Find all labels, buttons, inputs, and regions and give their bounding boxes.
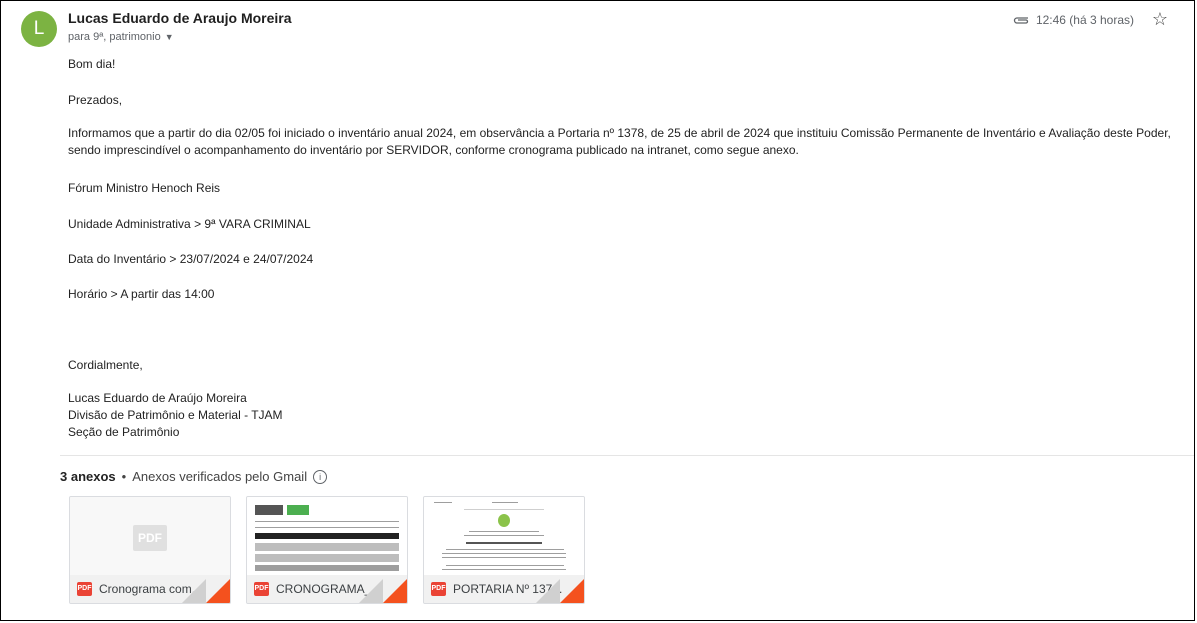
preview-table <box>255 565 399 571</box>
unit-line: Unidade Administrativa > 9ª VARA CRIMINA… <box>68 217 311 231</box>
attachment-preview: PDF <box>70 497 230 575</box>
corner-decoration <box>560 579 584 603</box>
preview-line <box>492 502 518 503</box>
closing: Cordialmente, <box>68 358 143 372</box>
recipients-toggle[interactable]: para 9ª, patrimonio ▼ <box>68 31 174 43</box>
message-time: 12:46 (há 3 horas) <box>1035 13 1134 27</box>
attachment-preview <box>247 497 407 575</box>
pdf-file-icon: PDF <box>431 582 446 596</box>
attachments-header: 3 anexos • Anexos verificados pelo Gmail… <box>60 469 328 484</box>
salutation: Prezados, <box>68 93 123 107</box>
pdf-file-icon: PDF <box>77 582 92 596</box>
chevron-down-icon: ▼ <box>164 32 174 42</box>
emblem-icon <box>498 514 510 527</box>
attachments-divider <box>60 455 1194 456</box>
preview-line <box>442 569 566 570</box>
attachment-card-2[interactable]: PDF CRONOGRAMA_... <box>246 496 408 604</box>
info-icon[interactable]: i <box>313 469 328 484</box>
preview-line <box>255 521 399 522</box>
preview-line <box>469 531 539 532</box>
corner-fold-decoration <box>536 579 560 603</box>
corner-fold-decoration <box>182 579 206 603</box>
preview-line <box>464 509 544 510</box>
paperclip-icon <box>1013 17 1029 24</box>
forum-line: Fórum Ministro Henoch Reis <box>68 181 221 195</box>
attachments-verified-label: Anexos verificados pelo Gmail <box>132 469 308 484</box>
preview-line <box>442 557 566 558</box>
date-line: Data do Inventário > 23/07/2024 e 24/07/… <box>68 252 314 266</box>
signature-section: Seção de Patrimônio <box>68 425 180 439</box>
recipients-text: para 9ª, patrimonio <box>68 31 161 43</box>
preview-line <box>255 527 399 528</box>
preview-block <box>287 505 309 515</box>
corner-fold-decoration <box>359 579 383 603</box>
preview-block <box>255 505 283 515</box>
greeting: Bom dia! <box>68 57 116 71</box>
preview-line <box>434 502 452 503</box>
main-paragraph: Informamos que a partir do dia 02/05 foi… <box>68 126 1171 157</box>
attachments-count: 3 anexos <box>60 469 116 484</box>
preview-band <box>255 533 399 539</box>
preview-line <box>464 535 544 536</box>
attachment-preview <box>424 497 584 575</box>
sender-avatar[interactable]: L <box>21 11 57 47</box>
attachment-card-1[interactable]: PDF PDF Cronograma com... <box>69 496 231 604</box>
signature-division: Divisão de Patrimônio e Material - TJAM <box>68 408 283 422</box>
preview-line <box>442 553 566 554</box>
corner-decoration <box>383 579 407 603</box>
pdf-file-icon: PDF <box>254 582 269 596</box>
pdf-placeholder-icon: PDF <box>133 525 167 551</box>
signature-name: Lucas Eduardo de Araújo Moreira <box>68 391 247 405</box>
time-line: Horário > A partir das 14:00 <box>68 287 215 301</box>
preview-table <box>255 543 399 551</box>
star-icon[interactable]: ☆ <box>1152 9 1168 30</box>
preview-line <box>446 549 564 550</box>
corner-decoration <box>206 579 230 603</box>
header-separator: • <box>121 469 127 484</box>
preview-line <box>446 565 564 566</box>
sender-name[interactable]: Lucas Eduardo de Araujo Moreira <box>68 10 292 26</box>
preview-line <box>466 542 542 544</box>
attachment-card-3[interactable]: PDF PORTARIA Nº 137... <box>423 496 585 604</box>
preview-table <box>255 554 399 562</box>
email-message: L Lucas Eduardo de Araujo Moreira para 9… <box>0 0 1195 621</box>
message-meta: 12:46 (há 3 horas) <box>1013 13 1134 27</box>
